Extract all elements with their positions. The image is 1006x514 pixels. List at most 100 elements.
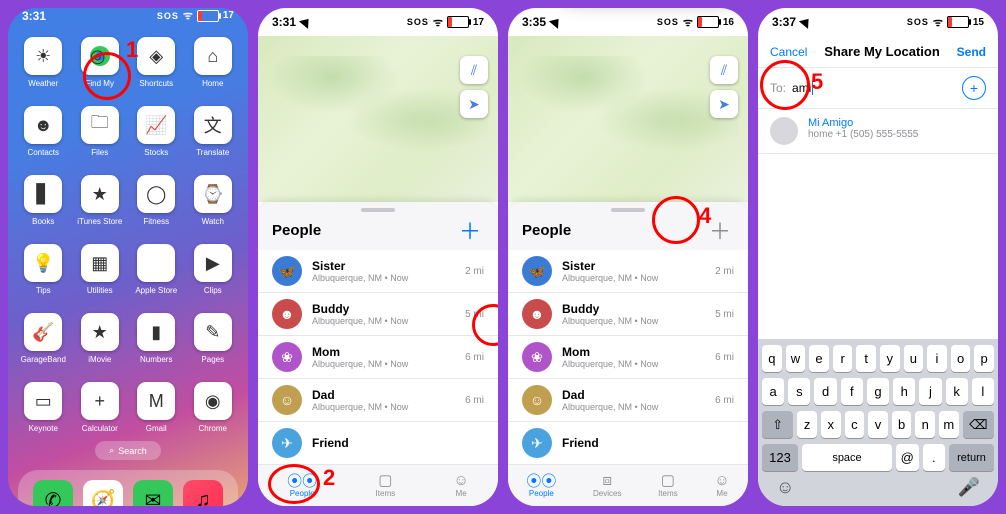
dock-phone[interactable]: ✆	[33, 480, 73, 506]
sheet-grabber[interactable]	[611, 208, 645, 212]
map-locate-button[interactable]: ➤	[460, 90, 488, 118]
at-key[interactable]: @	[896, 444, 919, 471]
app-contacts[interactable]: ☻Contacts	[18, 106, 68, 157]
person-row[interactable]: ☺ DadAlbuquerque, NM • Now 6 mi	[508, 378, 748, 421]
key-r[interactable]: r	[833, 345, 853, 372]
key-g[interactable]: g	[867, 378, 889, 405]
person-row[interactable]: ☻ BuddyAlbuquerque, NM • Now 5 mi	[508, 292, 748, 335]
person-row[interactable]: ✈ Friend	[258, 421, 498, 464]
person-row[interactable]: 🦋 SisterAlbuquerque, NM • Now 2 mi	[508, 250, 748, 292]
shift-key[interactable]: ⇧	[762, 411, 793, 438]
app-icon: ☻	[24, 106, 62, 144]
map-view[interactable]: ⫽ ➤ Share My Location➤Add MagSafe Access…	[508, 36, 748, 202]
key-o[interactable]: o	[951, 345, 971, 372]
app-apple-store[interactable]: Apple Store	[131, 244, 181, 295]
key-u[interactable]: u	[904, 345, 924, 372]
key-n[interactable]: n	[915, 411, 935, 438]
key-s[interactable]: s	[788, 378, 810, 405]
app-tips[interactable]: 💡Tips	[18, 244, 68, 295]
add-button[interactable]: ＋	[456, 216, 484, 244]
key-b[interactable]: b	[892, 411, 912, 438]
person-row[interactable]: ❀ MomAlbuquerque, NM • Now 6 mi	[508, 335, 748, 378]
key-j[interactable]: j	[919, 378, 941, 405]
key-z[interactable]: z	[797, 411, 817, 438]
person-location: Albuquerque, NM • Now	[562, 402, 715, 412]
map-layers-button[interactable]: ⫽	[460, 56, 488, 84]
sheet-grabber[interactable]	[361, 208, 395, 212]
key-c[interactable]: c	[845, 411, 865, 438]
app-translate[interactable]: 文Translate	[188, 106, 238, 157]
backspace-key[interactable]: ⌫	[963, 411, 994, 438]
tab-me[interactable]: ☺Me	[714, 471, 729, 498]
123-key[interactable]: 123	[762, 444, 798, 471]
app-garageband[interactable]: 🎸GarageBand	[18, 313, 68, 364]
dot-key[interactable]: .	[923, 444, 946, 471]
person-row[interactable]: 🦋 SisterAlbuquerque, NM • Now 2 mi	[258, 250, 498, 292]
key-p[interactable]: p	[974, 345, 994, 372]
mic-key[interactable]: 🎤	[958, 477, 980, 498]
dock-safari[interactable]: 🧭	[83, 480, 123, 506]
key-q[interactable]: q	[762, 345, 782, 372]
app-clips[interactable]: ▶Clips	[188, 244, 238, 295]
key-f[interactable]: f	[841, 378, 863, 405]
app-imovie[interactable]: ★iMovie	[75, 313, 125, 364]
app-label: Weather	[18, 79, 68, 88]
tab-items[interactable]: ▢Items	[658, 471, 678, 498]
avatar: ☺	[272, 385, 302, 415]
person-row[interactable]: ❀ MomAlbuquerque, NM • Now 6 mi	[258, 335, 498, 378]
map-view[interactable]: ⫽ ➤	[258, 36, 498, 202]
key-m[interactable]: m	[939, 411, 959, 438]
dock-messages[interactable]: ✉	[133, 480, 173, 506]
app-watch[interactable]: ⌚Watch	[188, 175, 238, 226]
app-stocks[interactable]: 📈Stocks	[131, 106, 181, 157]
app-itunes-store[interactable]: ★iTunes Store	[75, 175, 125, 226]
app-home[interactable]: ⌂Home	[188, 37, 238, 88]
contact-suggestion[interactable]: Mi Amigo home +1 (505) 555-5555	[758, 109, 998, 154]
key-k[interactable]: k	[946, 378, 968, 405]
app-pages[interactable]: ✎Pages	[188, 313, 238, 364]
tab-items[interactable]: ▢Items	[376, 471, 396, 498]
cancel-button[interactable]: Cancel	[770, 45, 807, 59]
space-key[interactable]: space	[802, 444, 892, 471]
app-keynote[interactable]: ▭Keynote	[18, 382, 68, 433]
person-row[interactable]: ☺ DadAlbuquerque, NM • Now 6 mi	[258, 378, 498, 421]
app-label: iMovie	[75, 355, 125, 364]
add-contact-button[interactable]: +	[962, 76, 986, 100]
person-row[interactable]: ✈ Friend	[508, 421, 748, 464]
app-fitness[interactable]: ◯Fitness	[131, 175, 181, 226]
app-weather[interactable]: ☀Weather	[18, 37, 68, 88]
app-utilities[interactable]: ▦Utilities	[75, 244, 125, 295]
app-shortcuts[interactable]: ◈Shortcuts	[131, 37, 181, 88]
key-l[interactable]: l	[972, 378, 994, 405]
app-gmail[interactable]: MGmail	[131, 382, 181, 433]
avatar: 🦋	[272, 256, 302, 286]
key-v[interactable]: v	[868, 411, 888, 438]
emoji-key[interactable]: ☺	[776, 477, 794, 498]
map-locate-button[interactable]: ➤	[710, 90, 738, 118]
phone-screen-findmy-people: 3:31 SOS ᯤ 17 ⫽ ➤ People ＋ 🦋 SisterAlbuq…	[258, 8, 498, 506]
key-e[interactable]: e	[809, 345, 829, 372]
app-chrome[interactable]: ◉Chrome	[188, 382, 238, 433]
map-layers-button[interactable]: ⫽	[710, 56, 738, 84]
dock-music[interactable]: ♫	[183, 480, 223, 506]
person-name: Buddy	[312, 302, 465, 316]
person-row[interactable]: ☻ BuddyAlbuquerque, NM • Now 5 mi	[258, 292, 498, 335]
tab-devices[interactable]: ⧈Devices	[593, 471, 621, 498]
key-a[interactable]: a	[762, 378, 784, 405]
app-calculator[interactable]: +Calculator	[75, 382, 125, 433]
app-books[interactable]: ▋Books	[18, 175, 68, 226]
app-files[interactable]: 🗀Files	[75, 106, 125, 157]
tab-people[interactable]: ⦿⦿People	[526, 471, 556, 498]
key-t[interactable]: t	[856, 345, 876, 372]
key-x[interactable]: x	[821, 411, 841, 438]
return-key[interactable]: return	[949, 444, 994, 471]
search-pill[interactable]: ⌕ Search	[95, 441, 161, 460]
key-i[interactable]: i	[927, 345, 947, 372]
tab-me[interactable]: ☺Me	[453, 471, 468, 498]
send-button[interactable]: Send	[957, 45, 986, 59]
key-d[interactable]: d	[814, 378, 836, 405]
key-y[interactable]: y	[880, 345, 900, 372]
app-numbers[interactable]: ▮Numbers	[131, 313, 181, 364]
key-w[interactable]: w	[786, 345, 806, 372]
key-h[interactable]: h	[893, 378, 915, 405]
